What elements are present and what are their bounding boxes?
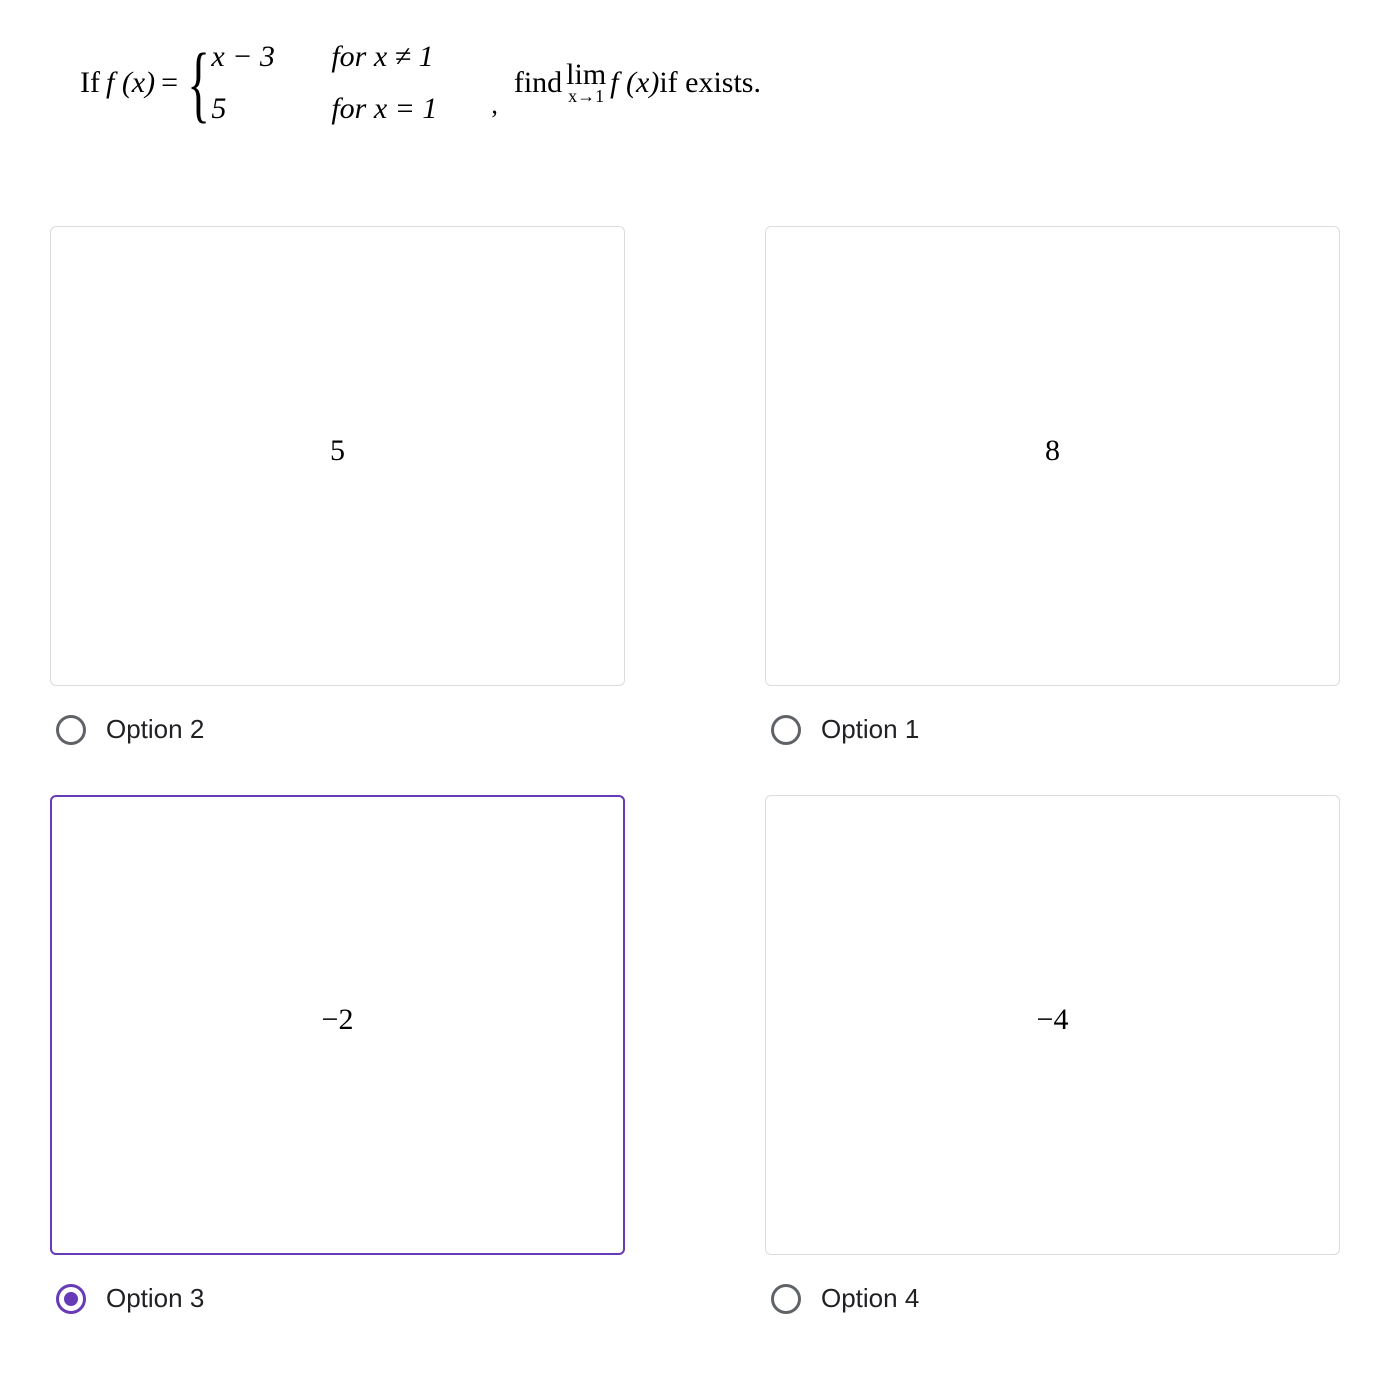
question-eq: = [161,66,178,100]
option-3[interactable]: −2 Option 3 [50,795,625,1314]
question-ifexists: if exists. [659,66,761,100]
option-2[interactable]: 5 Option 2 [50,226,625,745]
question-if: If [80,66,100,100]
option-label: Option 2 [106,714,204,745]
piece2-cond: for x = 1 [331,92,481,126]
limit-notation: lim x→1 [566,61,606,104]
question-prompt: If f (x) = { x − 3 5 for x ≠ 1 for x = 1… [80,40,1350,126]
option-card-selected[interactable]: −2 [50,795,625,1255]
option-radio-row[interactable]: Option 1 [765,714,1340,745]
radio-icon[interactable] [56,715,86,745]
limit-sub: x→1 [568,88,604,104]
question-fx: f (x) [106,66,155,100]
question-comma: , [491,90,498,126]
limit-fx: f (x) [610,66,659,100]
radio-icon[interactable] [771,1284,801,1314]
option-label: Option 3 [106,1283,204,1314]
option-value: 8 [1045,434,1060,468]
limit-text: lim [566,61,606,88]
option-card[interactable]: 8 [765,226,1340,686]
option-1[interactable]: 8 Option 1 [765,226,1340,745]
option-value: −2 [322,1003,354,1037]
options-grid: 5 Option 2 8 Option 1 −2 Option 3 −4 Op [40,226,1350,1314]
piece1-cond: for x ≠ 1 [331,40,481,74]
option-card[interactable]: 5 [50,226,625,686]
radio-icon-selected[interactable] [56,1284,86,1314]
option-radio-row[interactable]: Option 4 [765,1283,1340,1314]
piecewise-conditions: for x ≠ 1 for x = 1 [331,40,481,126]
option-radio-row[interactable]: Option 3 [50,1283,625,1314]
piece2-expr: 5 [211,92,321,126]
option-label: Option 1 [821,714,919,745]
option-radio-row[interactable]: Option 2 [50,714,625,745]
brace-icon: { [187,53,210,113]
radio-icon[interactable] [771,715,801,745]
option-value: 5 [330,434,345,468]
piece1-expr: x − 3 [211,40,321,74]
piecewise-values: x − 3 5 [211,40,321,126]
option-label: Option 4 [821,1283,919,1314]
option-value: −4 [1037,1003,1069,1037]
option-4[interactable]: −4 Option 4 [765,795,1340,1314]
option-card[interactable]: −4 [765,795,1340,1255]
question-find: find [514,66,562,100]
